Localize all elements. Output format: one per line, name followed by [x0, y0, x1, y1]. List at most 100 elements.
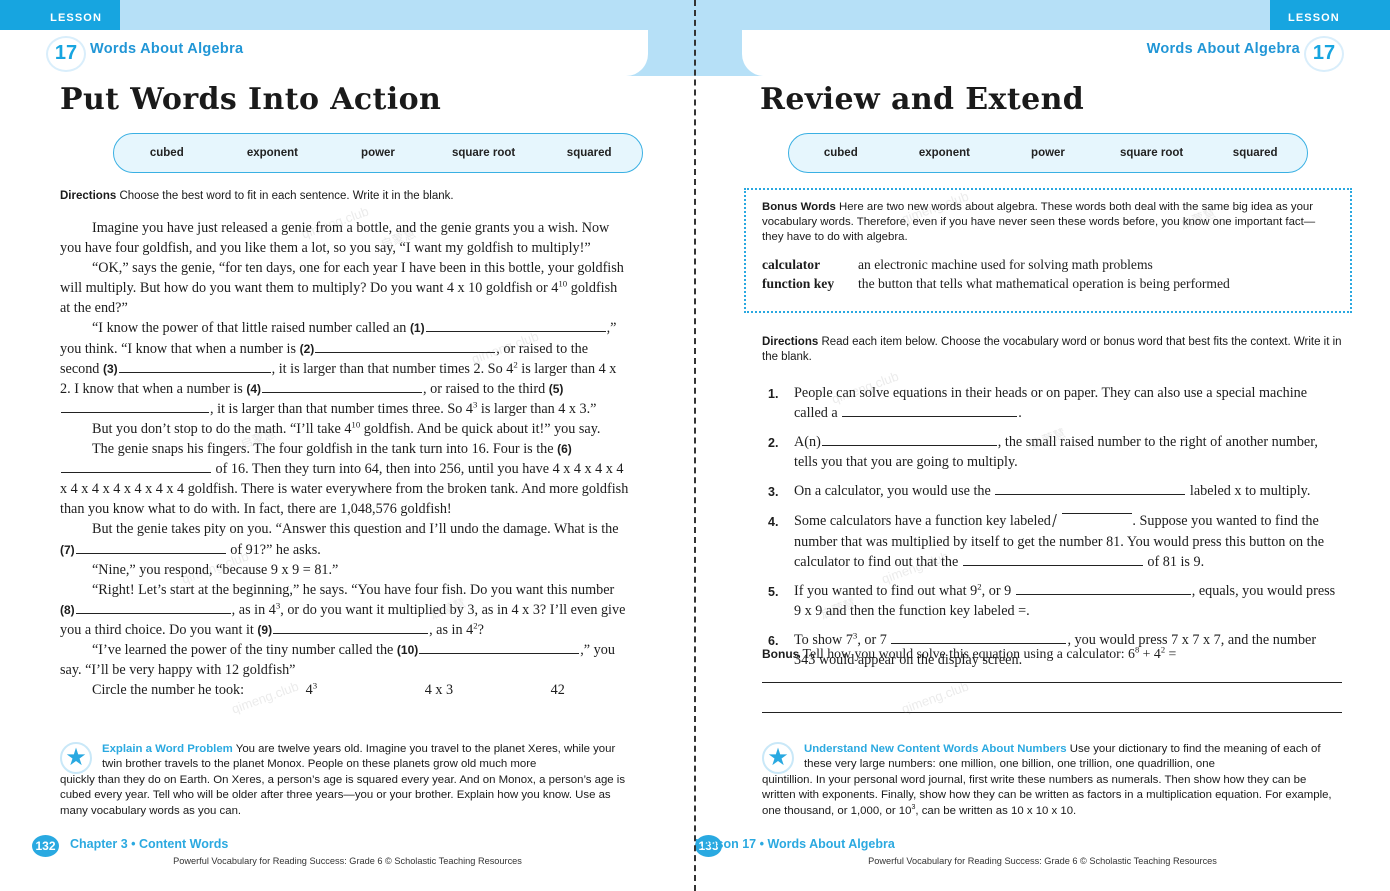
directions-label: Directions: [762, 336, 819, 348]
activity-text-part2-b: , can be written as 10 x 10 x 10.: [915, 804, 1077, 817]
vocab-word: cubed: [823, 147, 858, 159]
answer-blank-8[interactable]: [75, 601, 231, 614]
vocab-word: power: [361, 147, 395, 159]
answer-blank-4[interactable]: [262, 380, 423, 393]
write-on-line-1[interactable]: [762, 682, 1342, 683]
p3-text-h: is larger than 4 x 3.”: [477, 400, 597, 417]
item-text: A(n), the small raised number to the rig…: [794, 432, 1340, 472]
p8-text-d: , as in 4: [429, 621, 474, 638]
p2-exponent: 10: [558, 278, 568, 289]
lesson-number-badge: 17: [1304, 36, 1344, 72]
directions-text: Read each item below. Choose the vocabul…: [762, 336, 1342, 363]
answer-blank-10[interactable]: [419, 641, 580, 654]
answer-blank-3[interactable]: [118, 360, 271, 373]
bonus-words-box: Bonus Words Here are two new words about…: [744, 188, 1352, 313]
item-number: 1.: [768, 387, 779, 401]
footer-credit: Powerful Vocabulary for Reading Success:…: [173, 856, 522, 866]
bonus-prompt-text-b: + 4: [1139, 646, 1161, 661]
vocab-word: power: [1031, 147, 1065, 159]
item-5-text-a2: , or 9: [981, 582, 1015, 599]
p6-text-a: But the genie takes pity on you. “Answer…: [92, 521, 619, 538]
answer-blank-9[interactable]: [273, 621, 429, 634]
story-paragraph-8: “Right! Let’s start at the beginning,” h…: [60, 580, 630, 640]
blank-number-3: (3): [102, 361, 118, 376]
page-title: Put Words Into Action: [60, 82, 442, 117]
answer-blank-item-1[interactable]: [842, 404, 1018, 418]
answer-blank-item-2[interactable]: [821, 433, 997, 447]
activity-first-lines: Explain a Word Problem You are twelve ye…: [60, 742, 638, 773]
p3-text-f: , or raised to the third: [423, 380, 549, 397]
item-text: People can solve equations in their head…: [794, 383, 1340, 423]
item-5-text-a: If you wanted to find out what 9: [794, 582, 978, 599]
exercise-item-2: 2. A(n), the small raised number to the …: [768, 432, 1340, 472]
story-paragraph-2: “OK,” says the genie, “for ten days, one…: [60, 258, 630, 318]
answer-blank-item-4[interactable]: [962, 553, 1143, 566]
answer-blank-5[interactable]: [61, 400, 209, 413]
answer-blank-item-3[interactable]: [995, 482, 1186, 496]
circle-option-1-base: 4: [305, 682, 313, 699]
story-paragraph-1: Imagine you have just released a genie f…: [60, 220, 610, 257]
p3-text-g: , it is larger than that number times th…: [210, 400, 473, 417]
activity-first-lines: Understand New Content Words About Numbe…: [762, 742, 1340, 773]
workbook-spread: LESSON 17 Words About Algebra Put Words …: [0, 0, 1390, 891]
item-2-text-a: A(n): [794, 434, 821, 451]
circle-option-1[interactable]: 43: [274, 680, 318, 700]
page-title: Review and Extend: [760, 82, 1085, 117]
bonus-definition: an electronic machine used for solving m…: [858, 257, 1153, 272]
bonus-prompt-label: Bonus: [762, 647, 800, 661]
answer-blank-1[interactable]: [425, 319, 606, 333]
vocab-word: square root: [451, 147, 516, 159]
bonus-definitions: calculator an electronic machine used fo…: [762, 255, 1336, 293]
exercise-item-1: 1. People can solve equations in their h…: [768, 383, 1340, 423]
answer-blank-7[interactable]: [75, 541, 226, 554]
right-footer: 133 Lesson 17 • Words About Algebra Powe…: [695, 835, 1390, 875]
page-fold-divider: [694, 0, 698, 891]
p8-text-b: , as in 4: [231, 601, 276, 618]
blank-number-1: (1): [409, 321, 425, 336]
answer-blank-item-5[interactable]: [1015, 582, 1191, 595]
item-4-text-b: of 81 is 9.: [1143, 553, 1205, 570]
directions-label: Directions: [60, 190, 117, 202]
item-text: If you wanted to find out what 92, or 9 …: [794, 581, 1340, 621]
blank-number-7: (7): [60, 542, 75, 557]
vocab-word: exponent: [246, 147, 298, 159]
directions: Directions Choose the best word to fit i…: [60, 189, 620, 204]
p3-text-a: “I know the power of that little raised …: [92, 320, 410, 337]
bonus-definition-row: calculator an electronic machine used fo…: [762, 255, 1336, 274]
directions: Directions Read each item below. Choose …: [762, 335, 1342, 365]
item-text: On a calculator, you would use the label…: [794, 481, 1340, 502]
answer-blank-2[interactable]: [315, 340, 496, 353]
item-3-text-b: labeled x to multiply.: [1186, 483, 1311, 500]
bonus-intro-text: Here are two new words about algebra. Th…: [762, 201, 1316, 243]
circle-option-3[interactable]: 42: [519, 680, 565, 700]
exercise-item-4: 4. Some calculators have a function key …: [768, 511, 1340, 571]
item-number: 4.: [768, 515, 779, 530]
item-number: 3.: [768, 485, 779, 500]
story-paragraph-9: “I’ve learned the power of the tiny numb…: [60, 640, 630, 680]
circle-option-2[interactable]: 4 x 3: [393, 680, 453, 700]
story-body: Imagine you have just released a genie f…: [60, 218, 630, 700]
vocab-word: square root: [1119, 147, 1184, 159]
write-on-line-2[interactable]: [762, 712, 1342, 713]
square-root-icon: [1052, 513, 1133, 528]
vocab-word: cubed: [149, 147, 184, 159]
bonus-definition: the button that tells what mathematical …: [858, 276, 1230, 291]
bonus-prompt-text-c: =: [1165, 646, 1177, 661]
story-paragraph-5: The genie snaps his fingers. The four go…: [60, 439, 630, 519]
p9-text-a: “I’ve learned the power of the tiny numb…: [92, 641, 397, 658]
circle-label: Circle the number he took:: [92, 682, 245, 699]
directions-text: Choose the best word to fit in each sent…: [119, 190, 454, 202]
circle-the-number-line: Circle the number he took: 43 4 x 3 42: [60, 680, 630, 700]
activity-heading: Explain a Word Problem: [102, 743, 233, 755]
left-page: LESSON 17 Words About Algebra Put Words …: [0, 0, 695, 891]
p3-text-d: , it is larger than that number times 2.…: [271, 360, 514, 377]
bonus-prompt-text-a: Tell how you would solve this equation u…: [802, 646, 1135, 661]
answer-blank-6[interactable]: [61, 460, 211, 474]
blank-number-9: (9): [257, 622, 273, 637]
header-title: Words About Algebra: [1146, 41, 1300, 57]
exercise-item-3: 3. On a calculator, you would use the la…: [768, 481, 1340, 502]
answer-blank-item-6[interactable]: [891, 631, 1067, 644]
bonus-term: function key: [762, 276, 835, 291]
blank-number-10: (10): [396, 642, 419, 657]
bonus-term: calculator: [762, 257, 821, 272]
